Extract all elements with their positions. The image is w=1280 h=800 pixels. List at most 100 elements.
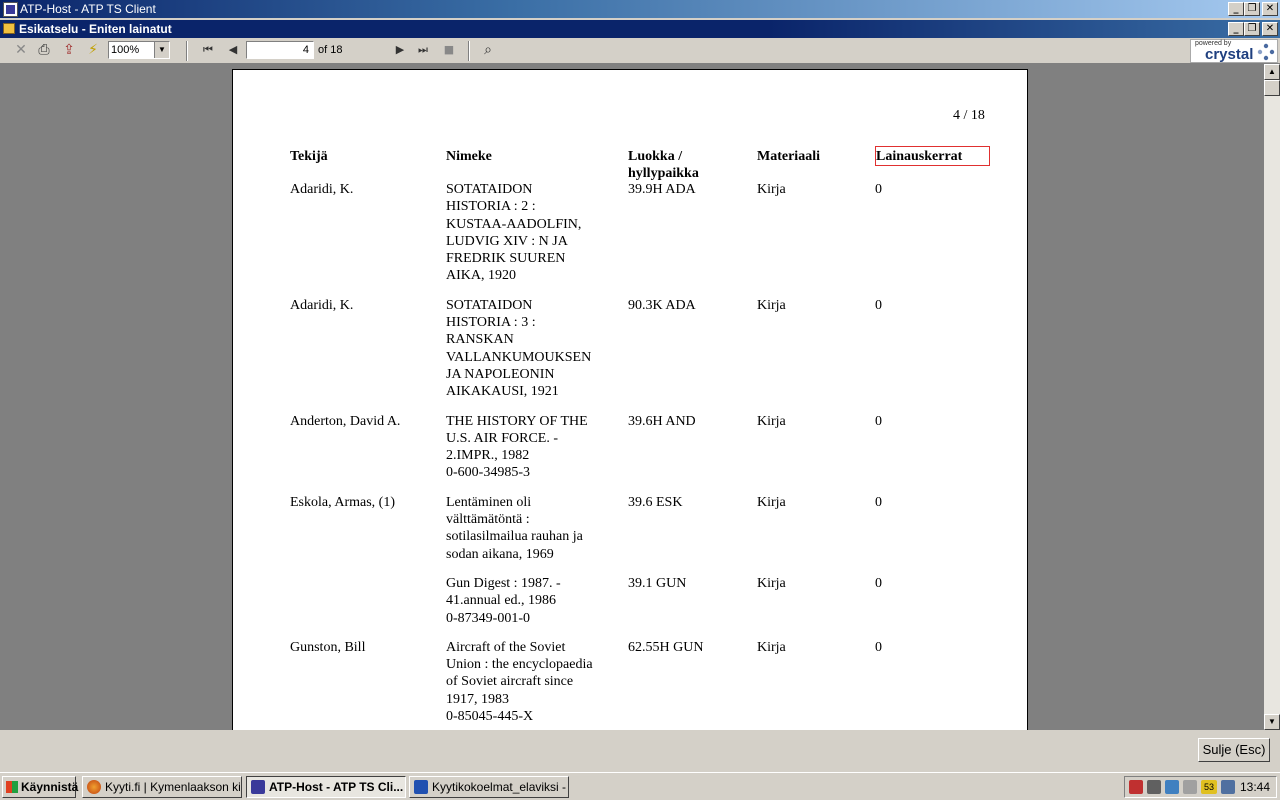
row-title-line: RANSKAN <box>446 332 514 348</box>
scroll-thumb[interactable] <box>1264 80 1280 96</box>
stop-loading-icon[interactable]: ■ <box>440 41 458 59</box>
page-count: of 18 <box>318 44 343 56</box>
next-page-icon[interactable]: ▶ <box>391 41 409 59</box>
page-number-input[interactable]: 4 <box>246 41 314 59</box>
row-loans: 0 <box>875 182 882 197</box>
network-icon[interactable] <box>1165 780 1179 794</box>
taskbar-item-word[interactable]: Kyytikokoelmat_elaviksi - ... <box>409 776 569 798</box>
network-disconnected-icon[interactable] <box>1183 780 1197 794</box>
row-title-line: HISTORIA : 2 : <box>446 199 536 215</box>
row-title-line: FREDRIK SUUREN <box>446 251 566 267</box>
close-icon[interactable]: ✕ <box>1262 2 1278 16</box>
page-label: 4 / 18 <box>953 108 985 123</box>
report-page: 4 / 18 Tekijä Nimeke Luokka / hyllypaikk… <box>232 69 1028 730</box>
previous-page-icon[interactable]: ◀ <box>224 41 242 59</box>
volume-muted-icon[interactable] <box>1147 780 1161 794</box>
toolbar-separator <box>186 41 188 61</box>
start-label: Käynnistä <box>21 780 79 794</box>
row-class: 39.6H AND <box>628 413 696 429</box>
taskbar-item-firefox[interactable]: Kyyti.fi | Kymenlaakson ki... <box>82 776 242 798</box>
row-material: Kirja <box>757 182 786 197</box>
row-material: Kirja <box>757 297 786 313</box>
crystal-dots-icon <box>1257 43 1275 61</box>
inner-title-bar: Esikatselu - Eniten lainatut _ ❐ ✕ <box>0 20 1280 38</box>
inner-minimize-icon[interactable]: _ <box>1228 22 1244 36</box>
scroll-up-icon[interactable]: ▲ <box>1264 64 1280 80</box>
firefox-icon <box>87 780 101 794</box>
export-icon[interactable]: ⇪ <box>60 41 78 59</box>
first-page-icon[interactable]: ⏮ <box>199 41 217 59</box>
search-binoculars-icon[interactable]: ⌕ <box>478 41 498 59</box>
row-title-line: sodan aikana, 1969 <box>446 546 554 562</box>
header-author: Tekijä <box>290 149 328 164</box>
crystal-logo: powered by crystal <box>1190 39 1278 63</box>
row-title: THE HISTORY OF THE U.S. AIR FORCE. - 2.IMP… <box>446 413 611 482</box>
scroll-down-icon[interactable]: ▼ <box>1264 714 1280 730</box>
row-title-line: 0-85045-445-X <box>446 709 534 725</box>
row-title-line: HISTORIA : 3 : <box>446 315 536 331</box>
close-button[interactable]: Sulje (Esc) <box>1198 738 1270 762</box>
document-icon <box>3 23 15 34</box>
task-label: Kyytikokoelmat_elaviksi - ... <box>432 780 569 794</box>
row-title-line: 2.IMPR., 1982 <box>446 448 530 464</box>
row-title-line: SOTATAIDON <box>446 297 533 313</box>
row-title-line: Lentäminen oli <box>446 494 532 510</box>
row-title: Lentäminen oli välttämätöntä : sotilasilma… <box>446 494 611 563</box>
row-title-line: AIKA, 1920 <box>446 268 516 284</box>
row-author: Adaridi, K. <box>290 182 354 197</box>
row-class: 90.3K ADA <box>628 297 696 313</box>
row-class: 62.55H GUN <box>628 639 704 655</box>
row-title-line: VALLANKUMOUKSEN <box>446 349 592 365</box>
row-title-line: sotilasilmailua rauhan ja <box>446 529 583 545</box>
row-material: Kirja <box>757 639 786 655</box>
last-page-icon[interactable]: ⏭ <box>414 41 432 59</box>
row-author: Eskola, Armas, (1) <box>290 494 395 510</box>
row-author: Gunston, Bill <box>290 639 366 655</box>
inner-close-icon[interactable]: ✕ <box>1262 22 1278 36</box>
row-title-line: Union : the encyclopaedia <box>446 657 593 673</box>
row-title-line: AIKAKAUSI, 1921 <box>446 384 559 400</box>
header-class: Luokka / hyllypaikka <box>628 148 699 182</box>
restore-icon[interactable]: ❐ <box>1244 2 1260 16</box>
system-tray: 53 13:44 <box>1124 776 1277 798</box>
row-class: 39.6 ESK <box>628 494 683 510</box>
toolbar-separator <box>468 41 470 61</box>
row-loans: 0 <box>875 494 882 510</box>
row-title-line: LUDVIG XIV : N JA <box>446 233 568 249</box>
header-loans: Lainauskerrat <box>876 149 963 164</box>
row-title: Gun Digest : 1987. - 41.annual ed., 1986 0… <box>446 575 611 627</box>
tray-badge-icon[interactable]: 53 <box>1201 780 1217 794</box>
refresh-lightning-icon[interactable]: ⚡ <box>84 41 102 59</box>
row-title-line: 41.annual ed., 1986 <box>446 593 557 609</box>
row-title-line: 0-600-34985-3 <box>446 465 530 481</box>
report-preview-area[interactable]: 4 / 18 Tekijä Nimeke Luokka / hyllypaikk… <box>0 64 1264 730</box>
zoom-value: 100% <box>111 44 140 56</box>
minimize-icon[interactable]: _ <box>1228 2 1244 16</box>
clock: 13:44 <box>1239 780 1270 794</box>
row-title-line: SOTATAIDON <box>446 182 533 197</box>
vertical-scrollbar[interactable]: ▲ ▼ <box>1264 64 1280 730</box>
word-icon <box>414 780 428 794</box>
preview-toolbar: ✕ ⎙ ⇪ ⚡ 100% ▼ ⏮ ◀ 4 of 18 ▶ ⏭ ■ ⌕ power… <box>0 38 1280 64</box>
outer-window-title: ATP-Host - ATP TS Client <box>20 2 156 16</box>
inner-restore-icon[interactable]: ❐ <box>1244 22 1260 36</box>
row-title-line: of Soviet aircraft since <box>446 674 574 690</box>
chevron-down-icon[interactable]: ▼ <box>154 42 169 58</box>
task-label: Kyyti.fi | Kymenlaakson ki... <box>105 780 242 794</box>
row-title: SOTATAIDON HISTORIA : 3 : RANSKAN VALLANKUM… <box>446 297 611 401</box>
row-material: Kirja <box>757 413 786 429</box>
stop-icon[interactable]: ✕ <box>12 41 30 59</box>
row-loans: 0 <box>875 639 882 655</box>
row-title-line: THE HISTORY OF THE <box>446 413 588 429</box>
row-title-line: JA NAPOLEONIN <box>446 366 555 382</box>
print-icon[interactable]: ⎙ <box>35 41 53 59</box>
display-icon[interactable] <box>1221 780 1235 794</box>
start-button[interactable]: Käynnistä <box>2 776 79 798</box>
row-material: Kirja <box>757 576 786 591</box>
zoom-select[interactable]: 100% ▼ <box>108 41 170 59</box>
taskbar-item-atp-host[interactable]: ATP-Host - ATP TS Cli... <box>246 776 406 798</box>
row-loans: 0 <box>875 297 882 313</box>
tray-security-icon[interactable] <box>1129 780 1143 794</box>
row-title-line: 1917, 1983 <box>446 691 509 707</box>
row-author: Adaridi, K. <box>290 297 354 313</box>
